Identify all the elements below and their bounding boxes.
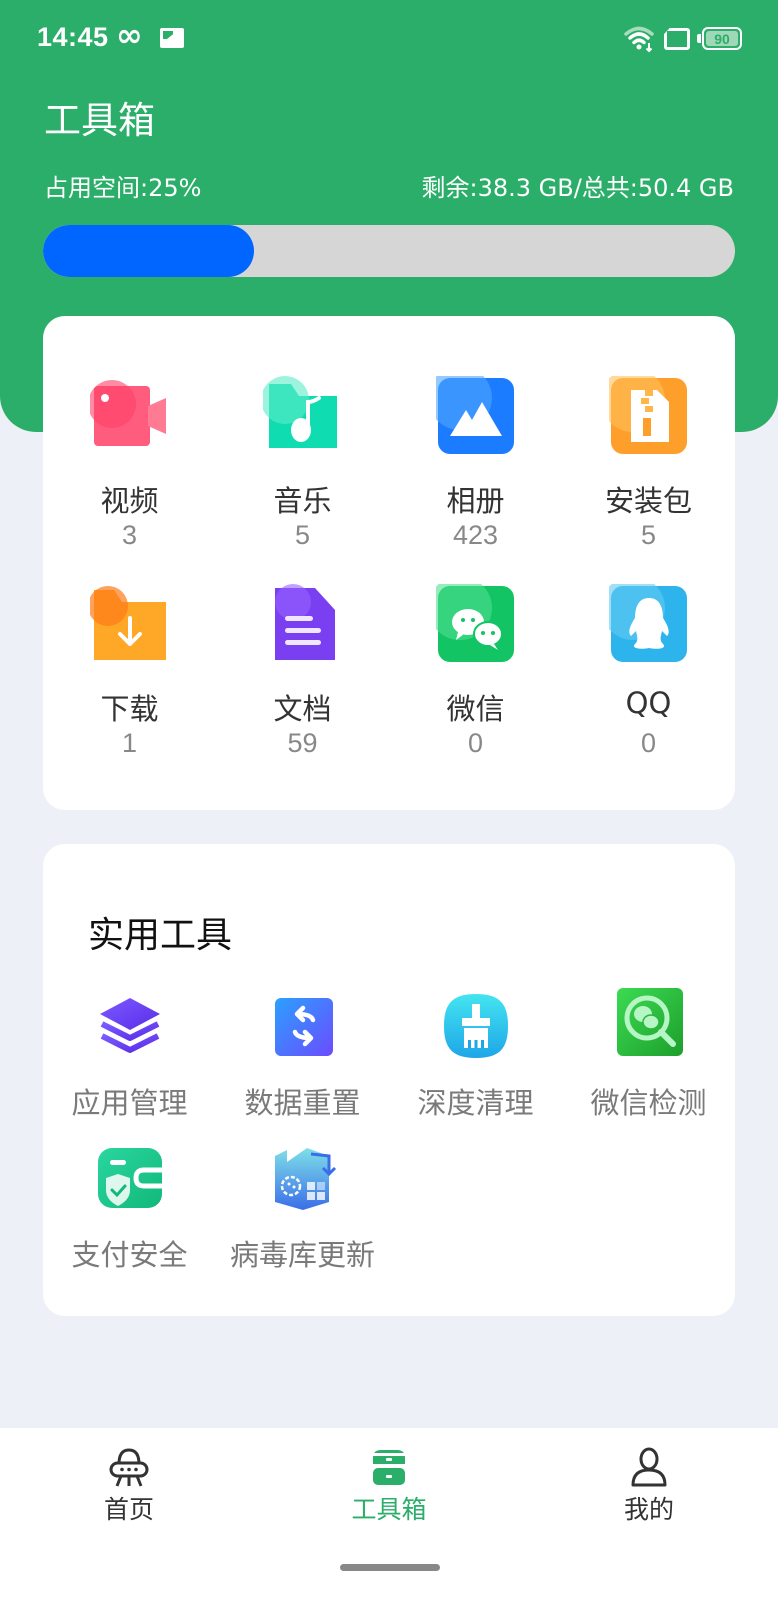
file-category-qq[interactable]: QQ 0 bbox=[562, 584, 735, 784]
file-category-label: QQ bbox=[625, 686, 672, 720]
tool-app-management[interactable]: 应用管理 bbox=[43, 990, 216, 1130]
file-category-count: 1 bbox=[121, 728, 138, 758]
tool-virus-db-update[interactable]: 病毒库更新 bbox=[216, 1142, 389, 1282]
data-reset-icon bbox=[274, 998, 333, 1056]
file-category-count: 59 bbox=[287, 728, 318, 758]
qq-penguin-icon bbox=[608, 584, 687, 662]
battery-level: 90 bbox=[714, 30, 730, 47]
file-category-label: 安装包 bbox=[604, 484, 692, 518]
zip-package-icon bbox=[608, 376, 687, 454]
tool-label: 病毒库更新 bbox=[229, 1238, 375, 1272]
tool-wechat-check[interactable]: 微信检测 bbox=[562, 984, 735, 1130]
user-profile-icon bbox=[631, 1447, 667, 1487]
file-category-document[interactable]: 文档 59 bbox=[216, 584, 389, 784]
document-icon bbox=[274, 584, 335, 660]
tools-card: 实用工具 应用管理 数据重置 深度清理 微信检测 支付安全 病毒库更新 bbox=[43, 844, 735, 1316]
tool-payment-security[interactable]: 支付安全 bbox=[43, 1142, 216, 1282]
file-category-count: 0 bbox=[467, 728, 484, 758]
bottom-navigation: 首页 工具箱 我的 bbox=[0, 1428, 778, 1600]
file-category-count: 423 bbox=[452, 520, 499, 550]
music-folder-icon bbox=[262, 376, 337, 448]
toolbox-drawer-icon bbox=[373, 1450, 405, 1485]
file-category-label: 微信 bbox=[446, 692, 505, 726]
page-title: 工具箱 bbox=[44, 99, 155, 142]
tool-data-reset[interactable]: 数据重置 bbox=[216, 990, 389, 1130]
infinity-icon: ∞ bbox=[116, 16, 143, 54]
tool-label: 支付安全 bbox=[71, 1238, 188, 1272]
video-camera-icon bbox=[89, 380, 166, 446]
tool-label: 应用管理 bbox=[71, 1086, 188, 1120]
file-category-label: 相册 bbox=[446, 484, 505, 518]
tool-label: 微信检测 bbox=[590, 1086, 707, 1120]
nav-tab-profile[interactable]: 我的 bbox=[549, 1428, 749, 1528]
file-category-music[interactable]: 音乐 5 bbox=[216, 376, 389, 576]
wechat-icon bbox=[435, 584, 514, 662]
storage-remaining-label: 剩余:38.3 GB/总共:50.4 GB bbox=[421, 174, 734, 202]
status-bar: 14:45 ∞ 90 bbox=[0, 0, 778, 80]
sim-card-icon bbox=[664, 28, 690, 50]
home-indicator[interactable] bbox=[340, 1564, 440, 1571]
file-category-album[interactable]: 相册 423 bbox=[389, 376, 562, 576]
file-category-count: 5 bbox=[640, 520, 657, 550]
nav-tab-label: 工具箱 bbox=[351, 1495, 427, 1524]
status-time: 14:45 bbox=[37, 22, 109, 52]
file-category-video[interactable]: 视频 3 bbox=[43, 376, 216, 576]
virus-db-update-icon bbox=[274, 1148, 336, 1210]
nav-tab-label: 首页 bbox=[103, 1495, 154, 1524]
wifi-icon bbox=[624, 26, 654, 53]
file-category-label: 视频 bbox=[100, 484, 159, 518]
wechat-scan-icon bbox=[616, 988, 683, 1056]
nav-tab-home[interactable]: 首页 bbox=[29, 1428, 229, 1528]
app-layers-icon bbox=[99, 998, 160, 1053]
tool-label: 数据重置 bbox=[244, 1086, 361, 1120]
gallery-notification-icon bbox=[160, 28, 184, 48]
file-category-count: 3 bbox=[121, 520, 138, 550]
file-categories-card: 视频 3 音乐 5 相册 423 安装包 5 下载 1 文档 59 微信 0 Q… bbox=[43, 316, 735, 810]
file-category-count: 5 bbox=[294, 520, 311, 550]
tool-label: 深度清理 bbox=[417, 1086, 534, 1120]
storage-progress-bar bbox=[43, 225, 735, 277]
file-category-label: 文档 bbox=[273, 692, 332, 726]
battery-icon: 90 bbox=[697, 27, 742, 50]
file-category-label: 下载 bbox=[100, 692, 159, 726]
payment-security-icon bbox=[97, 1148, 162, 1208]
file-category-wechat[interactable]: 微信 0 bbox=[389, 584, 562, 784]
ufo-home-icon bbox=[109, 1448, 149, 1487]
file-category-download[interactable]: 下载 1 bbox=[43, 584, 216, 784]
photo-album-icon bbox=[435, 376, 514, 454]
tool-deep-clean[interactable]: 深度清理 bbox=[389, 990, 562, 1130]
nav-tab-toolbox[interactable]: 工具箱 bbox=[289, 1428, 489, 1528]
tools-section-title: 实用工具 bbox=[88, 915, 233, 956]
nav-tab-label: 我的 bbox=[623, 1495, 674, 1524]
file-category-label: 音乐 bbox=[273, 484, 332, 518]
file-category-count: 0 bbox=[640, 728, 657, 758]
storage-progress-fill bbox=[43, 225, 255, 277]
download-folder-icon bbox=[89, 586, 166, 660]
storage-used-label: 占用空间:25% bbox=[44, 174, 202, 202]
file-category-apk[interactable]: 安装包 5 bbox=[562, 376, 735, 576]
deep-clean-brush-icon bbox=[443, 994, 508, 1058]
